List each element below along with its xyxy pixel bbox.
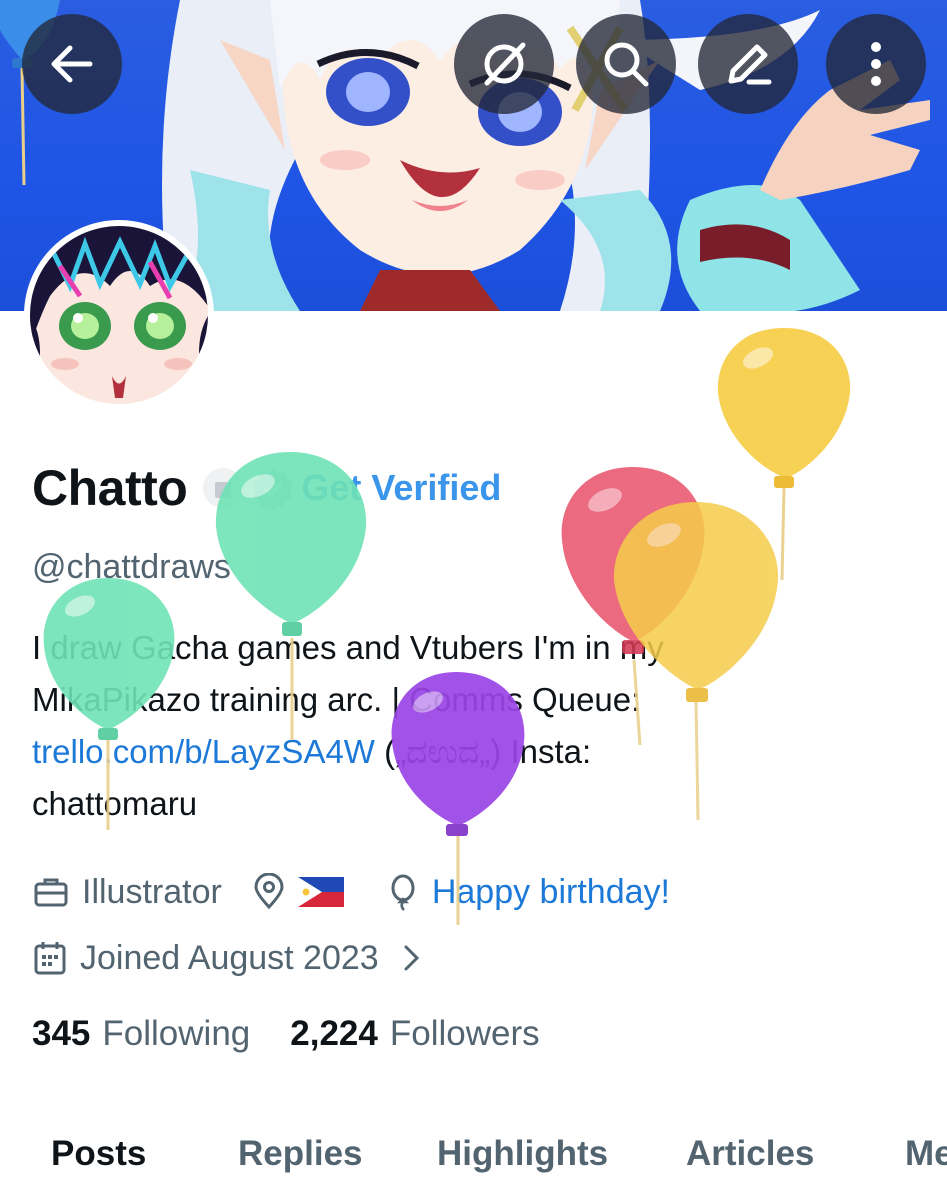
tab-media[interactable]: Me bbox=[905, 1134, 947, 1174]
location-pin-icon bbox=[254, 873, 284, 910]
profile-tabs: Posts Replies Highlights Articles Me bbox=[0, 1124, 947, 1200]
joined-date: Joined August 2023 bbox=[80, 938, 379, 977]
philippines-flag-icon: 🇵🇭 bbox=[297, 877, 344, 907]
search-button[interactable] bbox=[576, 14, 676, 114]
following-label: Following bbox=[102, 1014, 251, 1053]
followers-count: 2,224 bbox=[290, 1014, 378, 1053]
joined: Joined August 2023 bbox=[32, 939, 379, 978]
profession: Illustrator bbox=[32, 873, 222, 912]
display-name: Chatto bbox=[32, 460, 188, 516]
edit-icon bbox=[728, 44, 772, 85]
avatar[interactable] bbox=[24, 220, 214, 410]
more-button[interactable] bbox=[826, 14, 926, 114]
following-count: 345 bbox=[32, 1014, 91, 1053]
tab-articles[interactable]: Articles bbox=[686, 1134, 814, 1174]
search-icon bbox=[604, 42, 649, 87]
balloon-icon bbox=[391, 874, 415, 911]
tab-posts[interactable]: Posts bbox=[51, 1134, 146, 1174]
followers-link[interactable]: 2,224 Followers bbox=[290, 1014, 539, 1054]
comms-queue-link[interactable]: trello.com/b/LayzSA4W bbox=[32, 733, 375, 770]
tab-replies[interactable]: Replies bbox=[238, 1134, 363, 1174]
birthday: Happy birthday! bbox=[386, 873, 670, 912]
briefcase-icon bbox=[34, 878, 68, 907]
profile-meta: Illustrator 🇵🇭 Happy birthday! bbox=[32, 870, 670, 914]
back-button[interactable] bbox=[22, 14, 122, 114]
more-vertical-icon bbox=[871, 42, 881, 86]
followers-label: Followers bbox=[389, 1014, 540, 1053]
chevron-right-icon[interactable] bbox=[401, 941, 423, 975]
handle: @chattdraws bbox=[32, 548, 231, 586]
tab-highlights[interactable]: Highlights bbox=[437, 1134, 608, 1174]
profession-label: Illustrator bbox=[82, 872, 222, 911]
following-link[interactable]: 345 Following bbox=[32, 1014, 250, 1054]
birthday-link[interactable]: Happy birthday! bbox=[432, 873, 670, 912]
calendar-icon bbox=[34, 942, 66, 975]
grok-button[interactable] bbox=[454, 14, 554, 114]
location: 🇵🇭 bbox=[252, 873, 356, 911]
follow-stats: 345 Following 2,224 Followers bbox=[32, 1014, 580, 1054]
edit-button[interactable] bbox=[698, 14, 798, 114]
arrow-left-icon bbox=[51, 45, 93, 83]
grok-icon bbox=[484, 42, 526, 86]
joined-row[interactable]: Joined August 2023 bbox=[32, 936, 435, 980]
avatar-artwork bbox=[30, 226, 208, 404]
